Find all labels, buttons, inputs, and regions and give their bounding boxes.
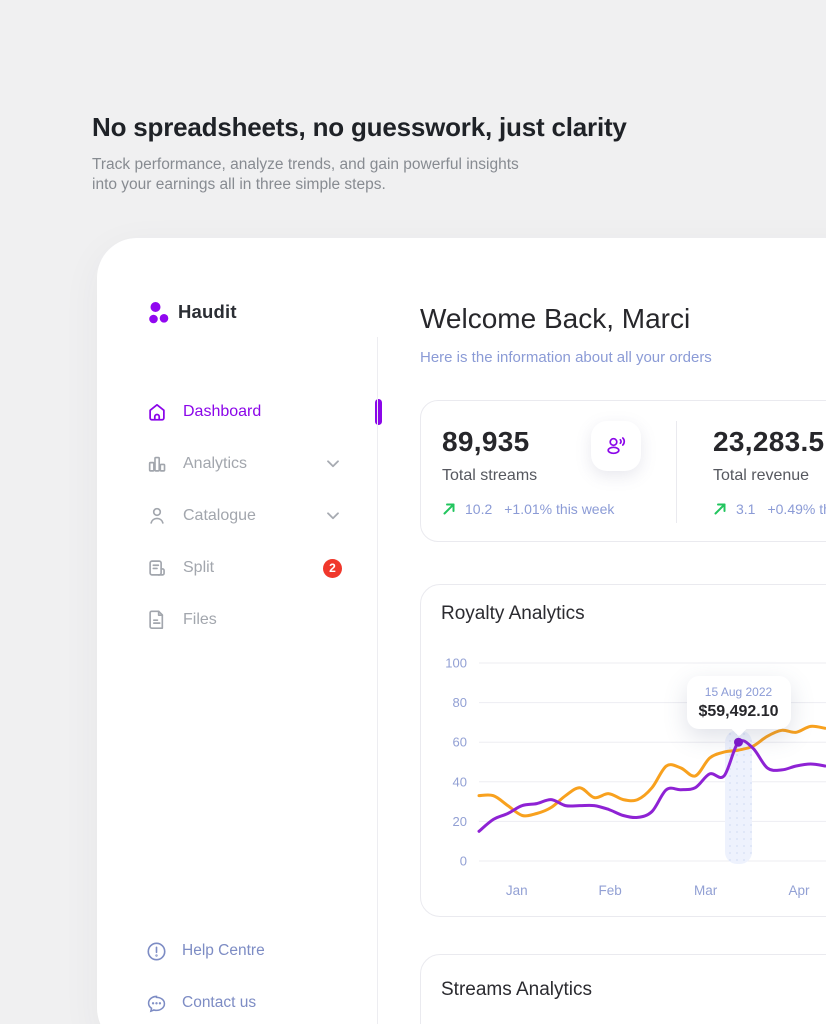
x-tick-label: Feb — [599, 883, 622, 898]
hero-section: No spreadsheets, no guesswork, just clar… — [92, 112, 627, 194]
chart-tooltip: 15 Aug 2022 $59,492.10 — [687, 676, 791, 729]
chevron-down-icon — [327, 512, 339, 520]
x-tick-label: Jan — [506, 883, 528, 898]
chat-bubble-icon — [145, 992, 167, 1014]
welcome-subtitle: Here is the information about all your o… — [420, 349, 826, 367]
y-tick-label: 60 — [453, 735, 467, 750]
brand[interactable]: Haudit — [97, 298, 378, 325]
highlight-dot — [734, 738, 743, 747]
stat-label: Total streams — [442, 467, 676, 485]
receipt-icon — [145, 556, 169, 580]
sidebar-item-split[interactable]: Split 2 — [97, 542, 378, 594]
sidebar-item-contact-us[interactable]: Contact us — [97, 977, 378, 1024]
sidebar-item-analytics[interactable]: Analytics — [97, 438, 378, 490]
sidebar: Haudit Dashboard Analytics — [97, 238, 378, 1024]
royalty-chart[interactable]: 0 20 40 60 80 100 Jan Feb Mar Apr 15 Aug 2022 $59… — [441, 648, 826, 903]
stat-label: Total revenue — [713, 467, 826, 485]
sidebar-item-label: Files — [183, 611, 217, 629]
user-icon — [145, 504, 169, 528]
user-voice-icon — [591, 421, 641, 471]
main-content: Welcome Back, Marci Here is the informat… — [378, 238, 826, 1024]
tooltip-date: 15 Aug 2022 — [693, 685, 785, 699]
sidebar-item-label: Help Centre — [182, 942, 265, 960]
royalty-analytics-title: Royalty Analytics — [441, 602, 826, 626]
notification-badge: 2 — [323, 559, 342, 578]
brand-name: Haudit — [178, 301, 237, 323]
sidebar-item-catalogue[interactable]: Catalogue — [97, 490, 378, 542]
tooltip-amount: $59,492.10 — [693, 703, 785, 721]
royalty-analytics-card: Royalty Analytics 0 20 40 60 80 100 Jan Feb Mar A… — [420, 584, 826, 917]
sidebar-item-label: Analytics — [183, 455, 247, 473]
sidebar-item-label: Split — [183, 559, 214, 577]
bar-chart-icon — [145, 452, 169, 476]
sidebar-item-dashboard[interactable]: Dashboard — [97, 386, 378, 438]
sidebar-item-label: Catalogue — [183, 507, 256, 525]
page: No spreadsheets, no guesswork, just clar… — [0, 0, 826, 1024]
page-subtitle: Track performance, analyze trends, and g… — [92, 155, 627, 194]
sidebar-footer: Help Centre Contact us — [97, 925, 378, 1024]
page-title: No spreadsheets, no guesswork, just clar… — [92, 112, 627, 143]
streams-analytics-card: Streams Analytics — [420, 954, 826, 1024]
trend-up-icon — [713, 502, 727, 516]
chevron-down-icon — [327, 460, 339, 468]
stat-total-revenue: 23,283.5 Total revenue 3.1 +0.49% this w… — [677, 427, 826, 517]
welcome-title: Welcome Back, Marci — [420, 302, 826, 336]
haudit-logo-icon — [145, 300, 169, 324]
home-icon — [145, 400, 169, 424]
y-tick-label: 20 — [453, 814, 467, 829]
x-tick-label: Apr — [789, 883, 811, 898]
help-circle-icon — [145, 940, 167, 962]
active-indicator — [375, 399, 382, 425]
stat-total-streams: 89,935 Total streams 10.2 +1.01% this we… — [421, 427, 676, 517]
stat-value: 23,283.5 — [713, 427, 826, 457]
stat-delta: 10.2 +1.01% this week — [442, 501, 676, 517]
file-icon — [145, 608, 169, 632]
trend-up-icon — [442, 502, 456, 516]
y-tick-label: 100 — [445, 656, 467, 671]
stat-delta: 3.1 +0.49% this week — [713, 501, 826, 517]
sidebar-item-label: Contact us — [182, 994, 256, 1012]
y-tick-label: 80 — [453, 695, 467, 710]
streams-analytics-title: Streams Analytics — [441, 978, 826, 1002]
sidebar-nav: Dashboard Analytics Catalo — [97, 386, 378, 646]
y-tick-label: 0 — [460, 854, 467, 869]
dashboard-panel: Haudit Dashboard Analytics — [97, 238, 826, 1024]
y-tick-label: 40 — [453, 774, 467, 789]
stats-card: 89,935 Total streams 10.2 +1.01% this we… — [420, 400, 826, 542]
sidebar-item-files[interactable]: Files — [97, 594, 378, 646]
sidebar-item-help-centre[interactable]: Help Centre — [97, 925, 378, 977]
x-tick-label: Mar — [694, 883, 718, 898]
sidebar-item-label: Dashboard — [183, 403, 261, 421]
